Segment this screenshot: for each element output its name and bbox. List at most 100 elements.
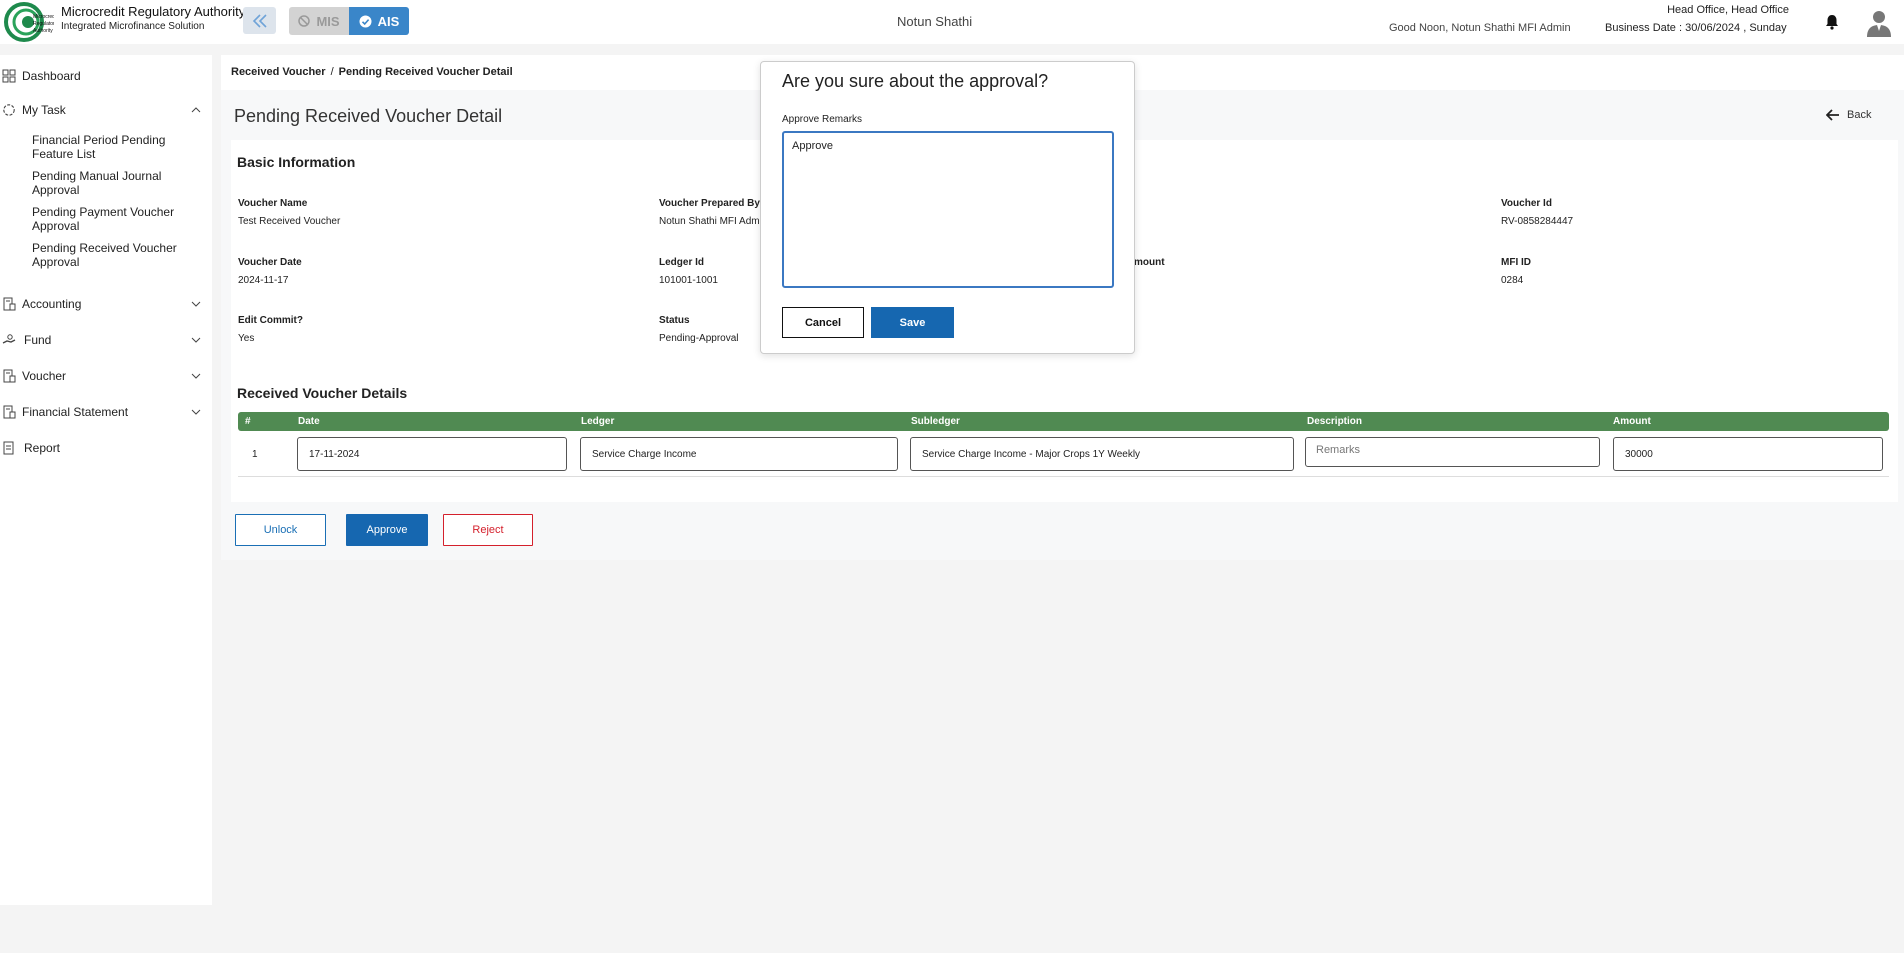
column-header-description: Description xyxy=(1307,416,1363,427)
column-header-ledger: Ledger xyxy=(581,416,615,427)
ais-label: AIS xyxy=(377,13,400,29)
prepared-by-label: Voucher Prepared By xyxy=(659,198,760,209)
cancel-button[interactable]: Cancel xyxy=(782,307,864,338)
mfi-id-label: MFI ID xyxy=(1501,257,1531,268)
basic-info-title: Basic Information xyxy=(237,154,356,170)
sidebar-subitem-received-voucher[interactable]: Pending Received Voucher Approval xyxy=(32,241,207,269)
breadcrumb-current: Pending Received Voucher Detail xyxy=(338,66,513,78)
mis-toggle-button[interactable]: MIS xyxy=(289,7,349,35)
sidebar-subitem-manual-journal[interactable]: Pending Manual Journal Approval xyxy=(32,169,207,197)
document-chart-icon xyxy=(3,297,16,311)
sidebar-subitem-payment-voucher[interactable]: Pending Payment Voucher Approval xyxy=(32,205,207,233)
sidebar-item-fund[interactable]: Fund xyxy=(0,329,212,351)
approve-button[interactable]: Approve xyxy=(346,514,428,546)
description-input[interactable]: Remarks xyxy=(1305,437,1600,467)
svg-text:Authority: Authority xyxy=(33,28,53,34)
status-value: Pending-Approval xyxy=(659,333,739,344)
sidebar-subitem-financial-period[interactable]: Financial Period Pending Feature List xyxy=(32,133,207,161)
remarks-label: Approve Remarks xyxy=(782,114,863,125)
top-header: Microcredit Regulatory Authority Microcr… xyxy=(0,0,1904,44)
voucher-date-value: 2024-11-17 xyxy=(238,275,289,286)
sidebar-item-accounting[interactable]: Accounting xyxy=(0,293,212,315)
column-header-amount: Amount xyxy=(1613,416,1651,427)
ledger-id-value: 101001-1001 xyxy=(659,275,718,286)
column-header-subledger: Subledger xyxy=(911,416,960,427)
sidebar-item-financial-statement[interactable]: Financial Statement xyxy=(0,401,212,423)
svg-text:Microcredit: Microcredit xyxy=(33,14,54,20)
remarks-textarea[interactable]: Approve xyxy=(782,131,1114,288)
check-circle-icon xyxy=(359,15,372,27)
back-button[interactable]: Back xyxy=(1826,109,1871,121)
unlock-button[interactable]: Unlock xyxy=(235,514,326,546)
breadcrumb-separator: / xyxy=(330,66,334,78)
voucher-name-value: Test Received Voucher xyxy=(238,216,341,227)
breadcrumb: Received Voucher / Pending Received Vouche… xyxy=(231,66,513,78)
sidebar-item-label: Accounting xyxy=(22,297,82,311)
sidebar-item-label: My Task xyxy=(22,103,66,117)
document-chart-icon xyxy=(3,369,16,383)
breadcrumb-parent-link[interactable]: Received Voucher xyxy=(231,66,326,78)
dialog-title: Are you sure about the approval? xyxy=(782,71,1049,91)
sidebar-item-report[interactable]: Report xyxy=(0,437,212,459)
chevron-down-icon xyxy=(191,301,201,307)
report-icon xyxy=(3,441,14,455)
save-button[interactable]: Save xyxy=(871,307,954,338)
svg-text:Regulatory: Regulatory xyxy=(33,21,54,27)
sidebar: Dashboard My Task Financial Period Pendi… xyxy=(0,55,212,905)
approval-dialog: Are you sure about the approval? Approve… xyxy=(760,61,1135,354)
double-chevron-left-icon xyxy=(252,13,267,28)
mra-logo: Microcredit Regulatory Authority xyxy=(4,2,54,42)
collapse-sidebar-button[interactable] xyxy=(243,7,276,34)
reject-button[interactable]: Reject xyxy=(443,514,533,546)
page-title: Pending Received Voucher Detail xyxy=(234,106,503,126)
ais-toggle-button[interactable]: AIS xyxy=(349,7,409,35)
brand-title: Microcredit Regulatory Authority xyxy=(61,4,246,19)
sidebar-item-dashboard[interactable]: Dashboard xyxy=(0,65,212,87)
user-greeting: Good Noon, Notun Shathi MFI Admin xyxy=(1389,22,1571,34)
back-label: Back xyxy=(1847,109,1872,121)
brand-subtitle: Integrated Microfinance Solution xyxy=(61,21,205,32)
chevron-up-icon xyxy=(191,107,201,113)
amount-input[interactable]: 30000 xyxy=(1613,437,1883,471)
date-input[interactable]: 17-11-2024 xyxy=(297,437,567,471)
column-header-date: Date xyxy=(298,416,320,427)
office-name: Head Office, Head Office xyxy=(1667,4,1789,16)
edit-commit-label: Edit Commit? xyxy=(238,315,303,326)
subledger-input[interactable]: Service Charge Income - Major Crops 1Y W… xyxy=(910,437,1294,471)
column-header-index: # xyxy=(245,416,251,427)
sidebar-item-label: Voucher xyxy=(22,369,67,383)
task-circle-icon xyxy=(3,104,15,116)
sidebar-item-label: Fund xyxy=(24,333,52,347)
amount-label: mount xyxy=(1134,257,1165,268)
details-title: Received Voucher Details xyxy=(237,385,408,401)
sidebar-item-label: Dashboard xyxy=(22,69,81,83)
grid-icon xyxy=(2,69,16,83)
prepared-by-value: Notun Shathi MFI Adm xyxy=(659,216,760,227)
arrow-left-icon xyxy=(1826,109,1839,121)
sidebar-item-label: Financial Statement xyxy=(22,405,129,419)
row-divider xyxy=(238,476,1889,477)
hand-coin-icon xyxy=(2,334,16,344)
voucher-name-label: Voucher Name xyxy=(238,198,308,209)
row-index: 1 xyxy=(252,449,258,460)
voucher-id-label: Voucher Id xyxy=(1501,198,1552,209)
document-chart-icon xyxy=(3,405,16,419)
bell-icon[interactable] xyxy=(1823,13,1841,31)
sidebar-item-my-task[interactable]: My Task xyxy=(0,99,212,121)
ledger-id-label: Ledger Id xyxy=(659,257,705,268)
sidebar-item-label: Report xyxy=(24,441,61,455)
ledger-input[interactable]: Service Charge Income xyxy=(580,437,898,471)
edit-commit-value: Yes xyxy=(238,333,255,344)
status-label: Status xyxy=(659,315,690,326)
chevron-down-icon xyxy=(191,337,201,343)
voucher-id-value: RV-0858284447 xyxy=(1501,216,1574,227)
chevron-down-icon xyxy=(191,409,201,415)
user-avatar-icon[interactable] xyxy=(1866,9,1892,37)
details-table-header: # Date Ledger Subledger Description Amou… xyxy=(238,412,1889,431)
voucher-date-label: Voucher Date xyxy=(238,257,302,268)
block-icon xyxy=(298,15,311,27)
chevron-down-icon xyxy=(191,373,201,379)
org-name: Notun Shathi xyxy=(897,14,973,29)
mis-label: MIS xyxy=(316,13,340,29)
sidebar-item-voucher[interactable]: Voucher xyxy=(0,365,212,387)
